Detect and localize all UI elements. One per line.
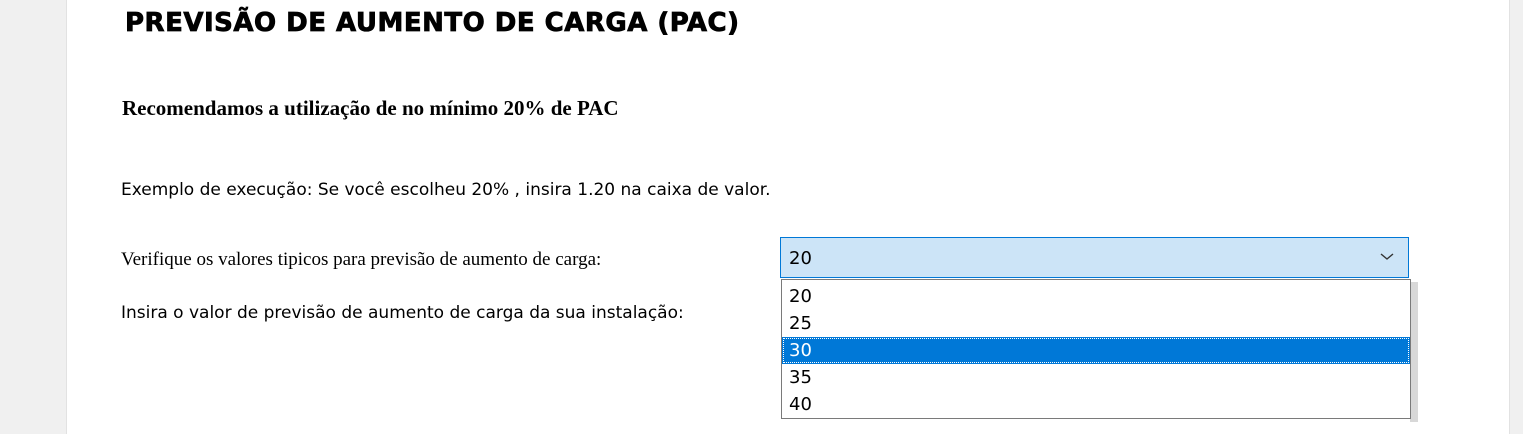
dropdown-option-35[interactable]: 35 — [782, 364, 1410, 391]
example-text: Exemplo de execução: Se você escolheu 20… — [121, 180, 771, 200]
page-title: PREVISÃO DE AUMENTO DE CARGA (PAC) — [125, 8, 740, 39]
chevron-down-icon — [1380, 253, 1394, 260]
typical-values-select[interactable]: 20 — [780, 237, 1409, 278]
dropdown-option-30[interactable]: 30 — [782, 337, 1410, 364]
dropdown-option-25[interactable]: 25 — [782, 310, 1410, 337]
typical-values-label: Verifique os valores tipicos para previs… — [121, 249, 602, 270]
insert-value-label: Insira o valor de previsão de aumento de… — [121, 303, 684, 323]
dropdown-option-20[interactable]: 20 — [782, 283, 1410, 310]
dropdown-shadow — [1410, 282, 1418, 422]
select-current-value: 20 — [789, 248, 812, 269]
dropdown-option-40[interactable]: 40 — [782, 391, 1410, 418]
recommendation-text: Recomendamos a utilização de no mínimo 2… — [122, 96, 619, 120]
dropdown-list: 20 25 30 35 40 — [781, 279, 1411, 419]
